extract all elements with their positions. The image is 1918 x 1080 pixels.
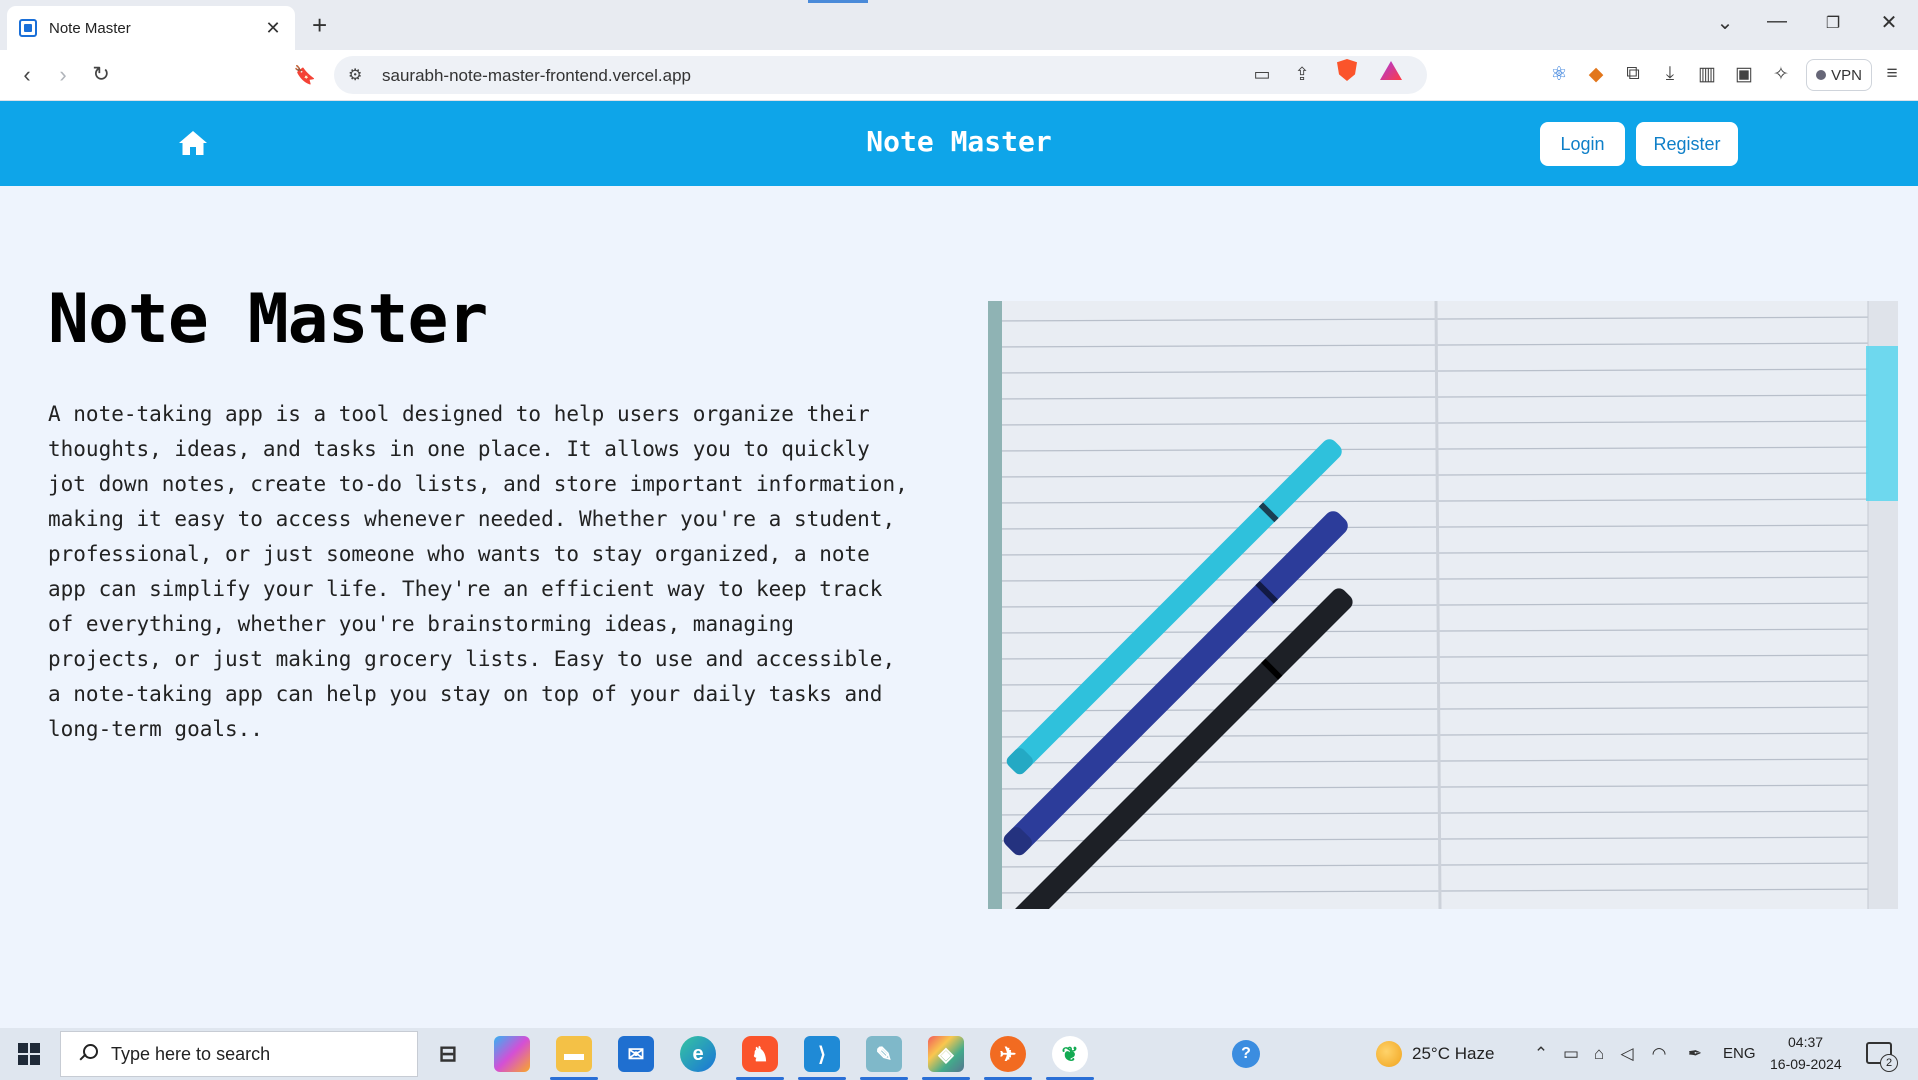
pen-icon[interactable]: ✒ [1684, 1044, 1706, 1064]
forward-button[interactable]: › [48, 62, 78, 88]
brave-taskbar-icon[interactable]: ♞ [742, 1036, 778, 1072]
search-icon [77, 1043, 99, 1065]
bookmark-icon[interactable]: 🔖 [290, 65, 320, 86]
notification-badge: 2 [1880, 1054, 1898, 1072]
clock-time[interactable]: 04:37 [1788, 1034, 1823, 1050]
address-bar[interactable]: ⚙ saurabh-note-master-frontend.vercel.ap… [334, 56, 1427, 94]
notebook-pens-image [988, 301, 1898, 909]
mongodb-compass-icon[interactable]: ❦ [1052, 1036, 1088, 1072]
vpn-label: VPN [1831, 66, 1862, 84]
menu-icon[interactable]: ≡ [1878, 63, 1906, 85]
restore-button[interactable]: ❐ [1818, 13, 1848, 33]
back-button[interactable]: ‹ [12, 62, 42, 88]
hero-description: A note-taking app is a tool designed to … [48, 402, 908, 741]
new-tab-button[interactable]: + [312, 10, 327, 41]
loading-indicator [808, 0, 868, 3]
wallet-icon[interactable]: ▣ [1730, 63, 1758, 86]
register-button[interactable]: Register [1636, 122, 1738, 166]
weather-icon[interactable] [1376, 1041, 1402, 1067]
site-navbar: Note Master Login Register [0, 101, 1918, 186]
help-icon[interactable]: ? [1232, 1040, 1260, 1068]
network-icon[interactable]: ⌂ [1588, 1044, 1610, 1064]
login-button[interactable]: Login [1540, 122, 1625, 166]
metamask-icon[interactable]: ◆ [1582, 63, 1610, 86]
react-devtools-icon[interactable]: ⚛ [1545, 63, 1573, 86]
navbar-brand[interactable]: Note Master [0, 125, 1918, 158]
hero-title: Note Master [48, 280, 488, 359]
close-window-button[interactable]: ✕ [1874, 10, 1904, 35]
notepad-icon[interactable]: ✎ [866, 1036, 902, 1072]
postman-icon[interactable]: ✈ [990, 1036, 1026, 1072]
show-hidden-icons-icon[interactable]: ⌃ [1530, 1044, 1552, 1064]
wifi-icon[interactable]: ◠ [1648, 1044, 1670, 1064]
clock-date[interactable]: 16-09-2024 [1770, 1056, 1842, 1072]
url-text[interactable]: saurabh-note-master-frontend.vercel.app [382, 66, 691, 86]
site-settings-icon[interactable]: ⚙ [348, 65, 362, 85]
tab-search-chevron-icon[interactable]: ⌄ [1710, 10, 1740, 35]
downloads-icon[interactable]: ⤓ [1656, 63, 1684, 85]
vpn-button[interactable]: VPN [1806, 59, 1872, 91]
tab-title: Note Master [49, 19, 131, 37]
copilot-icon[interactable] [494, 1036, 530, 1072]
note-favicon-icon [19, 19, 37, 37]
close-tab-icon[interactable]: ✕ [263, 18, 283, 39]
minimize-button[interactable]: — [1762, 10, 1792, 33]
volume-icon[interactable]: ◁ [1616, 1044, 1638, 1064]
file-explorer-icon[interactable]: ▬ [556, 1036, 592, 1072]
extensions-icon[interactable]: ⧉ [1619, 63, 1647, 85]
tab-strip: Note Master ✕ + ⌄ — ❐ ✕ [0, 0, 1918, 50]
github-desktop-icon[interactable]: ◈ [928, 1036, 964, 1072]
reload-button[interactable]: ↻ [86, 62, 116, 87]
edge-icon[interactable]: e [680, 1036, 716, 1072]
leo-ai-icon[interactable]: ✧ [1767, 63, 1795, 86]
taskbar-search[interactable]: Type here to search [60, 1031, 418, 1077]
mail-icon[interactable]: ✉ [618, 1036, 654, 1072]
browser-tab[interactable]: Note Master ✕ [7, 6, 295, 50]
language-indicator[interactable]: ENG [1723, 1045, 1756, 1062]
cast-icon[interactable]: ▭ [1249, 64, 1275, 85]
weather-text[interactable]: 25°C Haze [1412, 1044, 1494, 1064]
battery-icon[interactable]: ▭ [1560, 1044, 1582, 1064]
start-button[interactable] [18, 1043, 40, 1065]
vscode-icon[interactable]: ⟩ [804, 1036, 840, 1072]
browser-toolbar: ‹ › ↻ 🔖 ⚙ saurabh-note-master-frontend.v… [0, 50, 1918, 101]
sidebar-icon[interactable]: ▥ [1693, 63, 1721, 86]
task-view-icon[interactable]: ⊟ [430, 1036, 466, 1072]
share-icon[interactable]: ⇪ [1289, 64, 1315, 85]
search-placeholder: Type here to search [111, 1043, 271, 1064]
windows-taskbar: Type here to search ⊟ ▬ ✉ e ♞ ⟩ ✎ ◈ ✈ ❦ … [0, 1028, 1918, 1080]
vpn-status-icon [1816, 70, 1827, 80]
